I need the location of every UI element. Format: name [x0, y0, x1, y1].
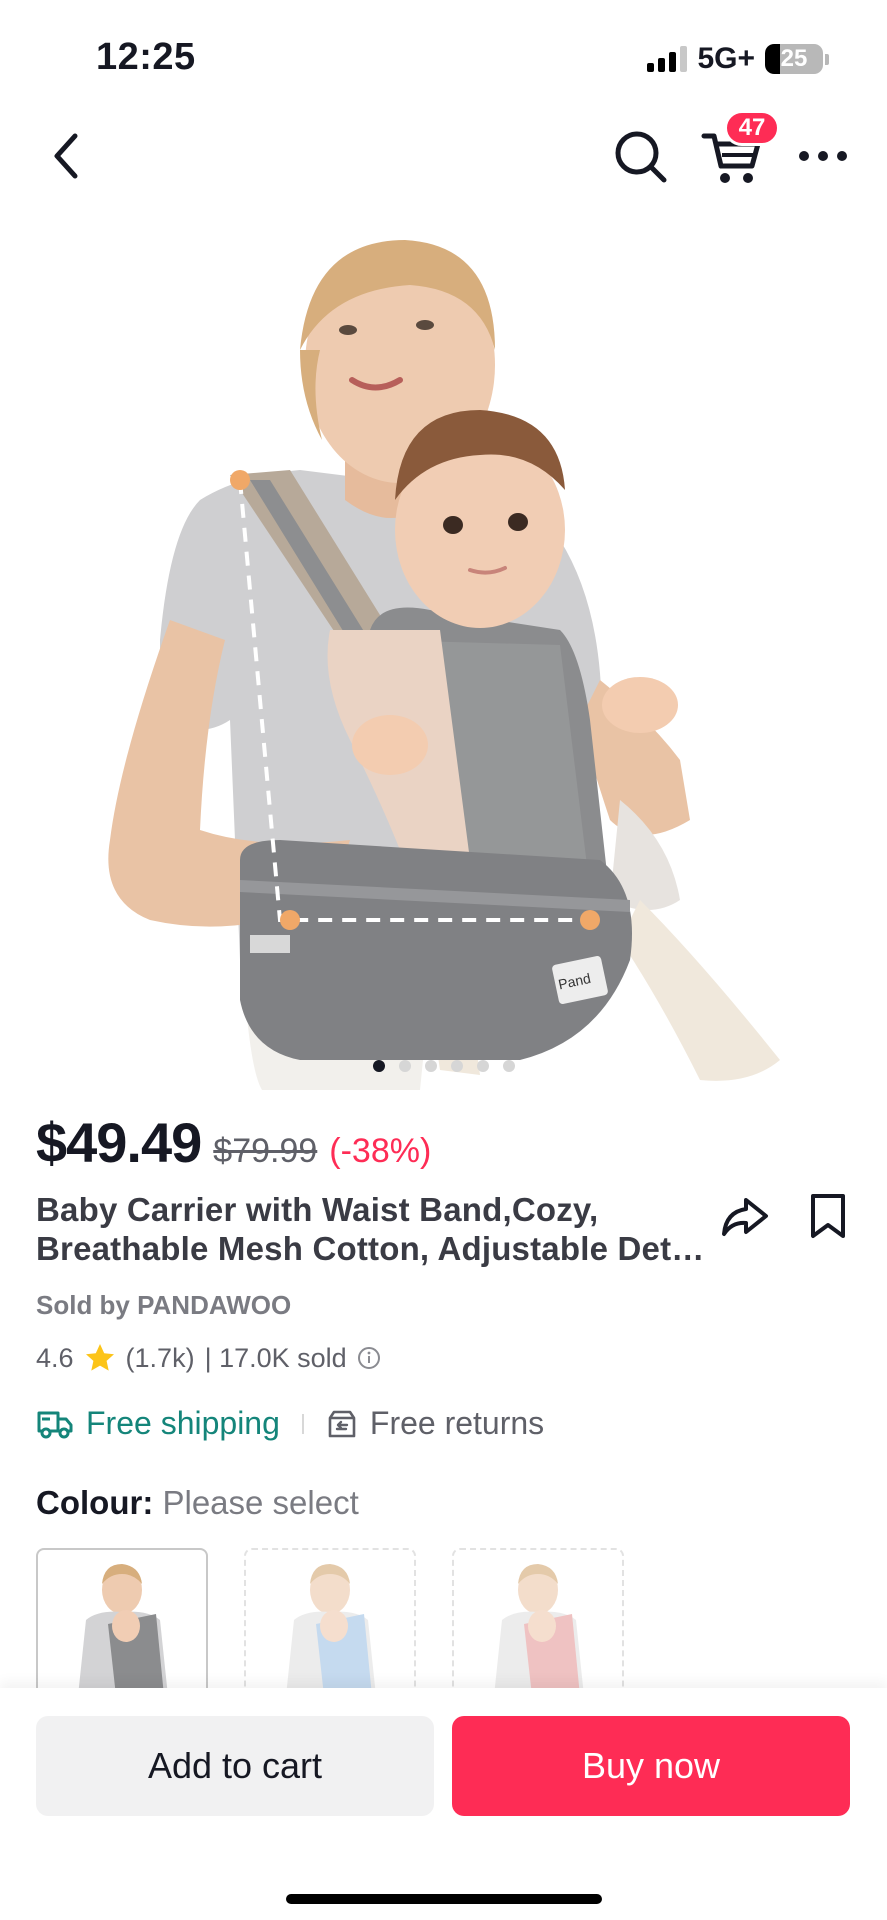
- image-pager-dots: [0, 1060, 887, 1072]
- chevron-left-icon[interactable]: [38, 128, 94, 184]
- truck-icon: [37, 1411, 73, 1438]
- pager-dot[interactable]: [476, 1060, 489, 1072]
- signal-icon: [647, 46, 688, 72]
- free-shipping[interactable]: Free shipping: [36, 1405, 280, 1442]
- pager-dot[interactable]: [424, 1060, 437, 1072]
- original-price: $79.99: [213, 1132, 318, 1170]
- status-bar: 12:25 5G+ 25: [0, 0, 887, 100]
- free-returns-label: Free returns: [369, 1405, 545, 1441]
- colour-selector: Colour: Please select: [36, 1484, 359, 1522]
- more-horizontal-icon[interactable]: [792, 128, 854, 184]
- search-icon[interactable]: [610, 126, 672, 188]
- colour-label: Colour:: [36, 1484, 154, 1521]
- rating-row[interactable]: 4.6 (1.7k) | 17.0K sold: [36, 1342, 381, 1374]
- price: $49.49: [36, 1111, 202, 1174]
- battery-nub: [825, 53, 829, 65]
- bookmark-icon[interactable]: [804, 1188, 852, 1246]
- cart-count-badge: 47: [724, 110, 780, 146]
- return-box-icon: [328, 1410, 356, 1437]
- colour-swatch-grey[interactable]: [36, 1548, 208, 1698]
- divider: [301, 1413, 304, 1434]
- product-title[interactable]: Baby Carrier with Waist Band,Cozy, Breat…: [36, 1190, 716, 1268]
- colour-value: Please select: [162, 1484, 359, 1521]
- buy-now-button[interactable]: Buy now: [452, 1716, 850, 1816]
- discount-badge: (-38%): [329, 1132, 432, 1170]
- sold-count: | 17.0K sold: [204, 1342, 347, 1373]
- price-row: $49.49 $79.99 (-38%): [36, 1110, 431, 1175]
- rating-value: 4.6: [36, 1342, 74, 1373]
- review-count: (1.7k): [125, 1342, 195, 1373]
- home-indicator[interactable]: [286, 1894, 602, 1904]
- colour-swatches: [36, 1548, 624, 1698]
- battery-level: 25: [780, 45, 808, 72]
- pager-dot[interactable]: [398, 1060, 411, 1072]
- pager-dot[interactable]: [450, 1060, 463, 1072]
- top-nav: 47: [0, 110, 887, 200]
- shipping-row[interactable]: Free shipping Free returns: [36, 1405, 544, 1442]
- network-label: 5G+: [697, 42, 755, 75]
- bottom-action-bar: Add to cart Buy now: [0, 1688, 887, 1920]
- colour-swatch-pink[interactable]: [452, 1548, 624, 1698]
- seller-name[interactable]: Sold by PANDAWOO: [36, 1290, 291, 1321]
- add-to-cart-button[interactable]: Add to cart: [36, 1716, 434, 1816]
- pager-dot[interactable]: [502, 1060, 515, 1072]
- free-returns[interactable]: Free returns: [326, 1405, 544, 1442]
- info-icon[interactable]: [357, 1346, 381, 1370]
- pager-dot[interactable]: [372, 1060, 385, 1072]
- status-time: 12:25: [96, 36, 196, 78]
- share-icon[interactable]: [716, 1188, 774, 1246]
- status-indicators: 5G+ 25: [647, 42, 829, 76]
- battery-icon: 25: [765, 44, 823, 74]
- product-image[interactable]: Pand: [0, 200, 887, 1090]
- colour-swatch-blue[interactable]: [244, 1548, 416, 1698]
- star-icon: [85, 1344, 114, 1371]
- free-shipping-label: Free shipping: [86, 1405, 280, 1441]
